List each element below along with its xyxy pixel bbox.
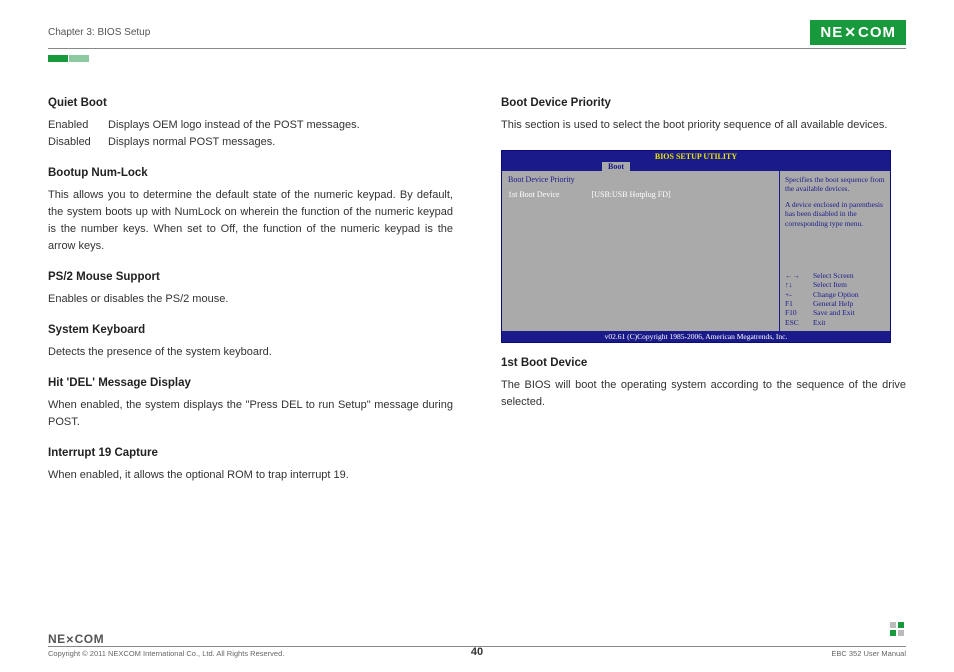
bios-screenshot: BIOS SETUP UTILITY Boot Boot Device Prio… — [501, 150, 891, 343]
bios-copyright: v02.61 (C)Copyright 1985-2006, American … — [502, 331, 890, 342]
bios-option-row: 1st Boot Device [USB:USB Hotplug FD] — [508, 190, 773, 199]
option-key: Disabled — [48, 134, 108, 151]
bios-option-label: 1st Boot Device — [508, 190, 560, 199]
option-desc: Displays normal POST messages. — [108, 134, 275, 151]
hitdel-text: When enabled, the system displays the "P… — [48, 397, 453, 431]
left-column: Quiet Boot EnabledDisplays OEM logo inst… — [48, 97, 453, 501]
chapter-title: Chapter 3: BIOS Setup — [48, 27, 150, 38]
page-number: 40 — [0, 646, 954, 658]
boot-priority-text: This section is used to select the boot … — [501, 117, 906, 134]
heading-boot-priority: Boot Device Priority — [501, 97, 906, 109]
quiet-boot-options: EnabledDisplays OEM logo instead of the … — [48, 117, 453, 151]
heading-ps2: PS/2 Mouse Support — [48, 271, 453, 283]
ps2-text: Enables or disables the PS/2 mouse. — [48, 291, 453, 308]
syskb-text: Detects the presence of the system keybo… — [48, 344, 453, 361]
option-key: Enabled — [48, 117, 108, 134]
numlock-text: This allows you to determine the default… — [48, 187, 453, 255]
page-header: Chapter 3: BIOS Setup NE✕COM — [48, 20, 906, 49]
int19-text: When enabled, it allows the optional ROM… — [48, 467, 453, 484]
bios-option-value: [USB:USB Hotplug FD] — [592, 190, 671, 199]
heading-first-boot: 1st Boot Device — [501, 357, 906, 369]
bios-left-pane: Boot Device Priority 1st Boot Device [US… — [502, 171, 780, 331]
bios-menu-bar: Boot — [502, 162, 890, 171]
header-accent — [48, 53, 906, 63]
bios-title: BIOS SETUP UTILITY — [502, 151, 890, 162]
heading-quiet-boot: Quiet Boot — [48, 97, 453, 109]
bios-tab-boot: Boot — [602, 162, 630, 171]
heading-hitdel: Hit 'DEL' Message Display — [48, 377, 453, 389]
option-desc: Displays OEM logo instead of the POST me… — [108, 117, 360, 134]
heading-numlock: Bootup Num-Lock — [48, 167, 453, 179]
right-column: Boot Device Priority This section is use… — [501, 97, 906, 501]
bios-key-legend: ←→Select Screen ↑↓Select Item +-Change O… — [785, 271, 885, 327]
bios-help-text: Specifies the boot sequence from the ava… — [785, 175, 885, 228]
brand-logo: NE✕COM — [810, 20, 906, 45]
heading-syskb: System Keyboard — [48, 324, 453, 336]
bios-section-label: Boot Device Priority — [508, 175, 773, 184]
bios-right-pane: Specifies the boot sequence from the ava… — [780, 171, 890, 331]
heading-int19: Interrupt 19 Capture — [48, 447, 453, 459]
first-boot-text: The BIOS will boot the operating system … — [501, 377, 906, 411]
footer-logo: NE✕COM — [48, 632, 104, 646]
